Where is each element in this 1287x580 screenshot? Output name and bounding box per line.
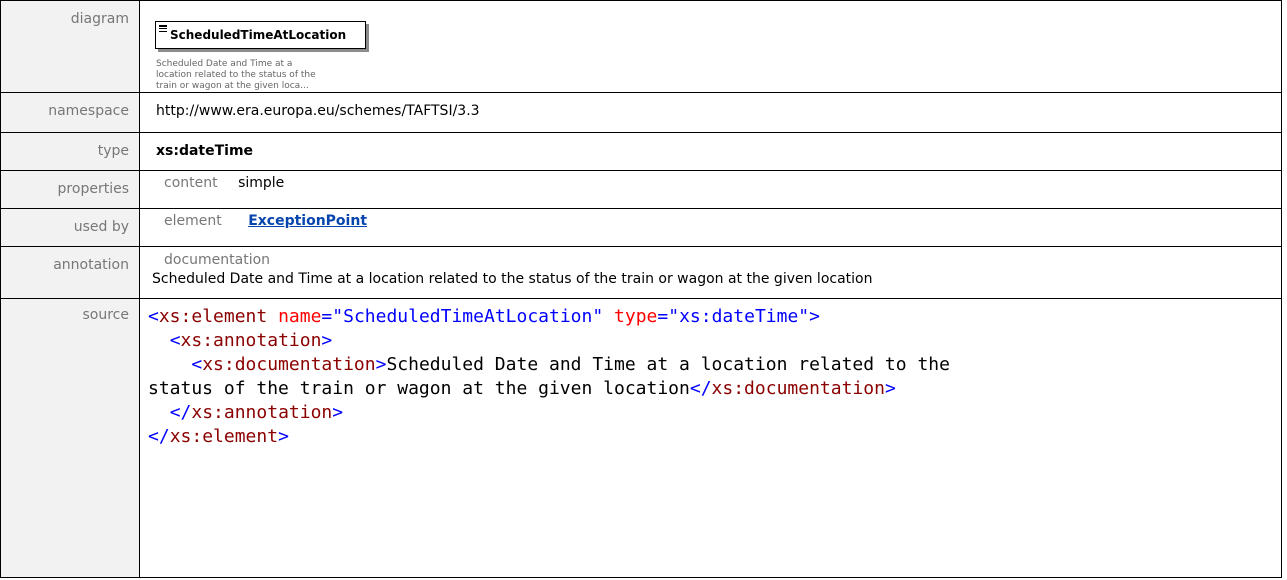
row-label-diagram: diagram <box>70 11 129 27</box>
type-cell: xs:dateTime <box>139 132 1282 171</box>
used-by-link[interactable]: ExceptionPoint <box>248 213 367 229</box>
source-cell: <xs:element name="ScheduledTimeAtLocatio… <box>139 298 1282 578</box>
schema-doc-table: diagram ScheduledTimeAtLocation Schedule… <box>0 0 1282 578</box>
label-cell: source <box>0 298 140 578</box>
row-type: type xs:dateTime <box>0 132 1282 171</box>
row-label-annotation: annotation <box>53 257 129 273</box>
row-label-namespace: namespace <box>48 103 129 119</box>
annotation-value: Scheduled Date and Time at a location re… <box>152 271 873 287</box>
row-label-type: type <box>97 143 129 159</box>
row-source: source <xs:element name="ScheduledTimeAt… <box>0 298 1282 578</box>
properties-pair: content simple <box>156 171 1281 191</box>
row-label-source: source <box>82 307 130 323</box>
row-diagram: diagram ScheduledTimeAtLocation Schedule… <box>0 0 1282 93</box>
diagram-cell: ScheduledTimeAtLocation Scheduled Date a… <box>139 0 1282 93</box>
namespace-cell: http://www.era.europa.eu/schemes/TAFTSI/… <box>139 92 1282 133</box>
type-value: xs:dateTime <box>156 143 254 159</box>
row-label-used-by: used by <box>73 219 129 235</box>
annotation-key: documentation <box>164 252 271 268</box>
row-annotation: annotation documentation Scheduled Date … <box>0 246 1282 299</box>
used-by-pair: element ExceptionPoint <box>156 209 1281 229</box>
properties-key: content <box>164 175 218 191</box>
label-cell: annotation <box>0 246 140 299</box>
label-cell: namespace <box>0 92 140 133</box>
label-cell: type <box>0 132 140 171</box>
label-cell: properties <box>0 170 140 209</box>
properties-value: simple <box>238 175 285 191</box>
diagram-element-box[interactable]: ScheduledTimeAtLocation <box>155 21 366 49</box>
used-by-key: element <box>164 213 222 229</box>
properties-cell: content simple <box>139 170 1282 209</box>
used-by-cell: element ExceptionPoint <box>139 208 1282 247</box>
diagram: ScheduledTimeAtLocation Scheduled Date a… <box>140 1 1281 92</box>
source-code: <xs:element name="ScheduledTimeAtLocatio… <box>148 306 950 447</box>
diagram-element-name: ScheduledTimeAtLocation <box>170 28 347 42</box>
diagram-description: Scheduled Date and Time at a location re… <box>156 59 316 91</box>
row-namespace: namespace http://www.era.europa.eu/schem… <box>0 92 1282 133</box>
row-label-properties: properties <box>57 181 129 197</box>
row-properties: properties content simple <box>0 170 1282 209</box>
label-cell: used by <box>0 208 140 247</box>
element-list-icon <box>159 25 167 34</box>
row-used-by: used by element ExceptionPoint <box>0 208 1282 247</box>
label-cell: diagram <box>0 0 140 93</box>
namespace-value: http://www.era.europa.eu/schemes/TAFTSI/… <box>156 103 480 119</box>
annotation-cell: documentation Scheduled Date and Time at… <box>139 246 1282 299</box>
